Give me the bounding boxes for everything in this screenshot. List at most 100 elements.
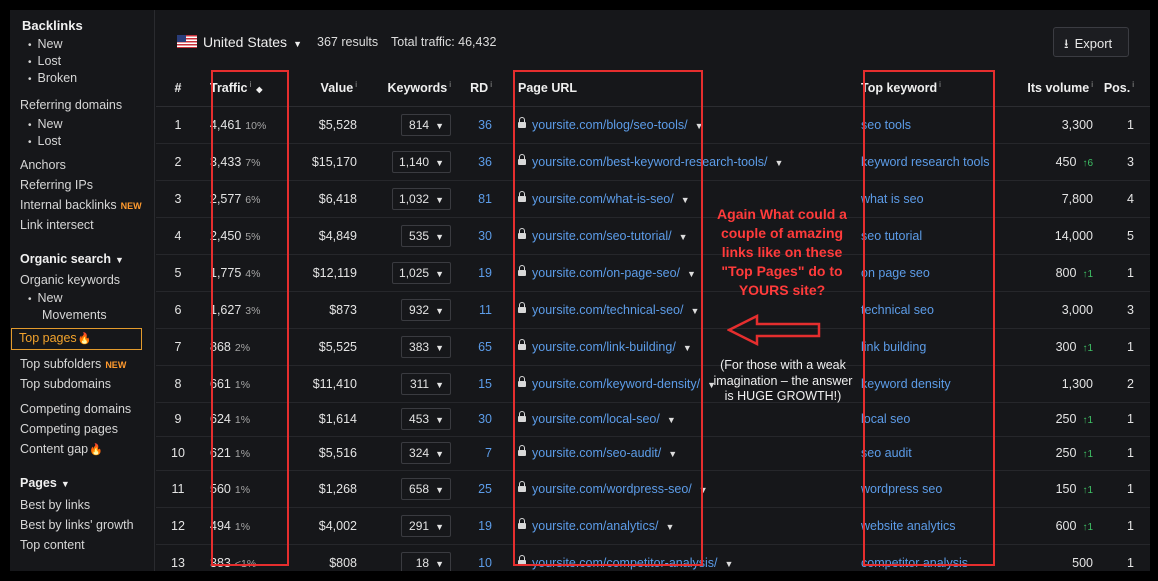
keywords-dropdown[interactable]: 1,140 ▼ [392, 150, 451, 173]
sidebar-item-refdomains-lost[interactable]: Lost [28, 134, 62, 148]
keywords-dropdown[interactable]: 932 ▼ [401, 298, 451, 321]
col-header-num[interactable]: # [156, 70, 200, 107]
table-row[interactable]: 1 4,461 10% $5,528 814 ▼ 36 yoursite.com/blog/s… [156, 106, 1150, 144]
table-row[interactable]: 4 2,450 5% $4,849 535 ▼ 30 yoursite.com/seo-tut… [156, 217, 1150, 255]
col-header-keywords[interactable]: Keywords i [365, 70, 451, 107]
sidebar-item-link-intersect[interactable]: Link intersect [20, 218, 94, 232]
top-keyword-link[interactable]: seo tutorial [852, 217, 1009, 255]
col-header-value[interactable]: Value i [282, 70, 365, 107]
col-header-position[interactable]: Pos. i [1093, 70, 1150, 107]
caret-down-icon[interactable]: ▼ [699, 485, 708, 495]
keywords-dropdown[interactable]: 1,032 ▼ [392, 187, 451, 210]
caret-down-icon[interactable]: ▼ [668, 449, 677, 459]
top-keyword-link[interactable]: on page seo [852, 254, 1009, 292]
col-header-traffic[interactable]: Traffic i ◆ [200, 70, 282, 107]
top-keyword-link[interactable]: seo tools [852, 106, 1009, 144]
page-url-link[interactable]: yoursite.com/competitor-analysis/ [532, 556, 717, 570]
sidebar-item-refdomains-new[interactable]: New [28, 117, 63, 131]
sidebar-item-backlinks-new[interactable]: New [28, 37, 63, 51]
rd-link[interactable]: 36 [451, 143, 500, 181]
sidebar-item-best-by-links-growth[interactable]: Best by links' growth [20, 518, 134, 532]
page-url-link[interactable]: yoursite.com/link-building/ [532, 340, 676, 354]
col-header-volume[interactable]: Its volume i [1009, 70, 1093, 107]
caret-down-icon[interactable]: ▼ [695, 121, 704, 131]
caret-down-icon[interactable]: ▼ [681, 195, 690, 205]
keywords-dropdown[interactable]: 311 ▼ [401, 372, 451, 395]
rd-link[interactable]: 25 [451, 470, 500, 508]
table-row[interactable]: 11 560 1% $1,268 658 ▼ 25 yoursite.com/wordpres… [156, 470, 1150, 508]
sidebar-item-top-subfolders[interactable]: Top subfolders NEW [20, 357, 126, 371]
table-row[interactable]: 7 868 2% $5,525 383 ▼ 65 yoursite.com/link-buil… [156, 328, 1150, 366]
keywords-dropdown[interactable]: 383 ▼ [401, 335, 451, 358]
table-row[interactable]: 8 661 1% $11,410 311 ▼ 15 yoursite.com/keyword-… [156, 365, 1150, 403]
keywords-dropdown[interactable]: 535 ▼ [401, 224, 451, 247]
caret-down-icon[interactable]: ▼ [690, 306, 699, 316]
table-row[interactable]: 2 3,433 7% $15,170 1,140 ▼ 36 yoursite.com/best… [156, 143, 1150, 181]
rd-link[interactable]: 30 [451, 402, 500, 437]
sidebar-item-competing-domains[interactable]: Competing domains [20, 402, 131, 416]
export-button[interactable]: ⭳ Export [1053, 27, 1129, 57]
page-url-link[interactable]: yoursite.com/analytics/ [532, 519, 658, 533]
table-row[interactable]: 3 2,577 6% $6,418 1,032 ▼ 81 yoursite.com/what-… [156, 180, 1150, 218]
rd-link[interactable]: 19 [451, 507, 500, 545]
keywords-dropdown[interactable]: 453 ▼ [401, 408, 451, 430]
page-url-link[interactable]: yoursite.com/wordpress-seo/ [532, 482, 692, 496]
sidebar-item-organic-new[interactable]: New [28, 291, 63, 305]
rd-link[interactable]: 15 [451, 365, 500, 403]
rd-link[interactable]: 81 [451, 180, 500, 218]
page-url-link[interactable]: yoursite.com/technical-seo/ [532, 303, 683, 317]
page-url-link[interactable]: yoursite.com/seo-audit/ [532, 446, 661, 460]
keywords-dropdown[interactable]: 324 ▼ [401, 442, 451, 464]
caret-down-icon[interactable]: ▼ [724, 559, 733, 569]
sidebar-item-top-content[interactable]: Top content [20, 538, 85, 552]
page-url-link[interactable]: yoursite.com/local-seo/ [532, 412, 660, 426]
top-keyword-link[interactable]: what is seo [852, 180, 1009, 218]
top-keyword-link[interactable]: wordpress seo [852, 470, 1009, 508]
table-row[interactable]: 9 624 1% $1,614 453 ▼ 30 yoursite.com/local-seo… [156, 402, 1150, 437]
rd-link[interactable]: 36 [451, 106, 500, 144]
sidebar-item-top-pages[interactable]: Top pages🔥 [11, 328, 142, 350]
sidebar-item-referring-ips[interactable]: Referring IPs [20, 178, 93, 192]
sidebar-item-backlinks-broken[interactable]: Broken [28, 71, 78, 85]
sidebar-item-top-subdomains[interactable]: Top subdomains [20, 377, 111, 391]
page-url-link[interactable]: yoursite.com/seo-tutorial/ [532, 229, 672, 243]
page-url-link[interactable]: yoursite.com/on-page-seo/ [532, 266, 680, 280]
col-header-top-keyword[interactable]: Top keyword i [852, 70, 1009, 107]
top-keyword-link[interactable]: keyword research tools [852, 143, 1009, 181]
top-keyword-link[interactable]: keyword density [852, 365, 1009, 403]
sidebar-item-best-by-links[interactable]: Best by links [20, 498, 90, 512]
keywords-dropdown[interactable]: 658 ▼ [401, 477, 451, 500]
rd-link[interactable]: 30 [451, 217, 500, 255]
keywords-dropdown[interactable]: 1,025 ▼ [392, 261, 451, 284]
sidebar-item-movements[interactable]: Movements [28, 308, 107, 322]
col-header-url[interactable]: Page URL [500, 70, 852, 107]
top-keyword-link[interactable]: technical seo [852, 291, 1009, 329]
caret-down-icon[interactable]: ▼ [679, 232, 688, 242]
caret-down-icon[interactable]: ▼ [775, 158, 784, 168]
country-select[interactable]: United States ▼ [203, 34, 302, 50]
page-url-link[interactable]: yoursite.com/blog/seo-tools/ [532, 118, 688, 132]
page-url-link[interactable]: yoursite.com/keyword-density/ [532, 377, 700, 391]
sidebar-heading-organic[interactable]: Organic search ▼ [20, 252, 124, 266]
rd-link[interactable]: 19 [451, 254, 500, 292]
sidebar-heading-backlinks[interactable]: Backlinks [22, 18, 83, 33]
caret-down-icon[interactable]: ▼ [667, 415, 676, 425]
top-keyword-link[interactable]: website analytics [852, 507, 1009, 545]
sidebar-item-referring-domains[interactable]: Referring domains [20, 98, 122, 112]
caret-down-icon[interactable]: ▼ [665, 522, 674, 532]
keywords-dropdown[interactable]: 291 ▼ [401, 514, 451, 537]
sidebar-item-competing-pages[interactable]: Competing pages [20, 422, 118, 436]
caret-down-icon[interactable]: ▼ [687, 269, 696, 279]
top-keyword-link[interactable]: local seo [852, 402, 1009, 437]
top-keyword-link[interactable]: seo audit [852, 436, 1009, 471]
table-row[interactable]: 10 621 1% $5,516 324 ▼ 7 yoursite.com/seo-audit… [156, 436, 1150, 471]
table-row[interactable]: 5 1,775 4% $12,119 1,025 ▼ 19 yoursite.com/on-p… [156, 254, 1150, 292]
caret-down-icon[interactable]: ▼ [683, 343, 692, 353]
sidebar-item-internal-backlinks[interactable]: Internal backlinks NEW [20, 198, 142, 212]
table-row[interactable]: 13 383 <1% $808 18 ▼ 10 yoursite.com/competitor… [156, 544, 1150, 571]
rd-link[interactable]: 11 [451, 291, 500, 329]
sidebar-item-organic-keywords[interactable]: Organic keywords [20, 273, 120, 287]
col-header-rd[interactable]: RD i [451, 70, 500, 107]
rd-link[interactable]: 10 [451, 544, 500, 571]
top-keyword-link[interactable]: competitor analysis [852, 544, 1009, 571]
